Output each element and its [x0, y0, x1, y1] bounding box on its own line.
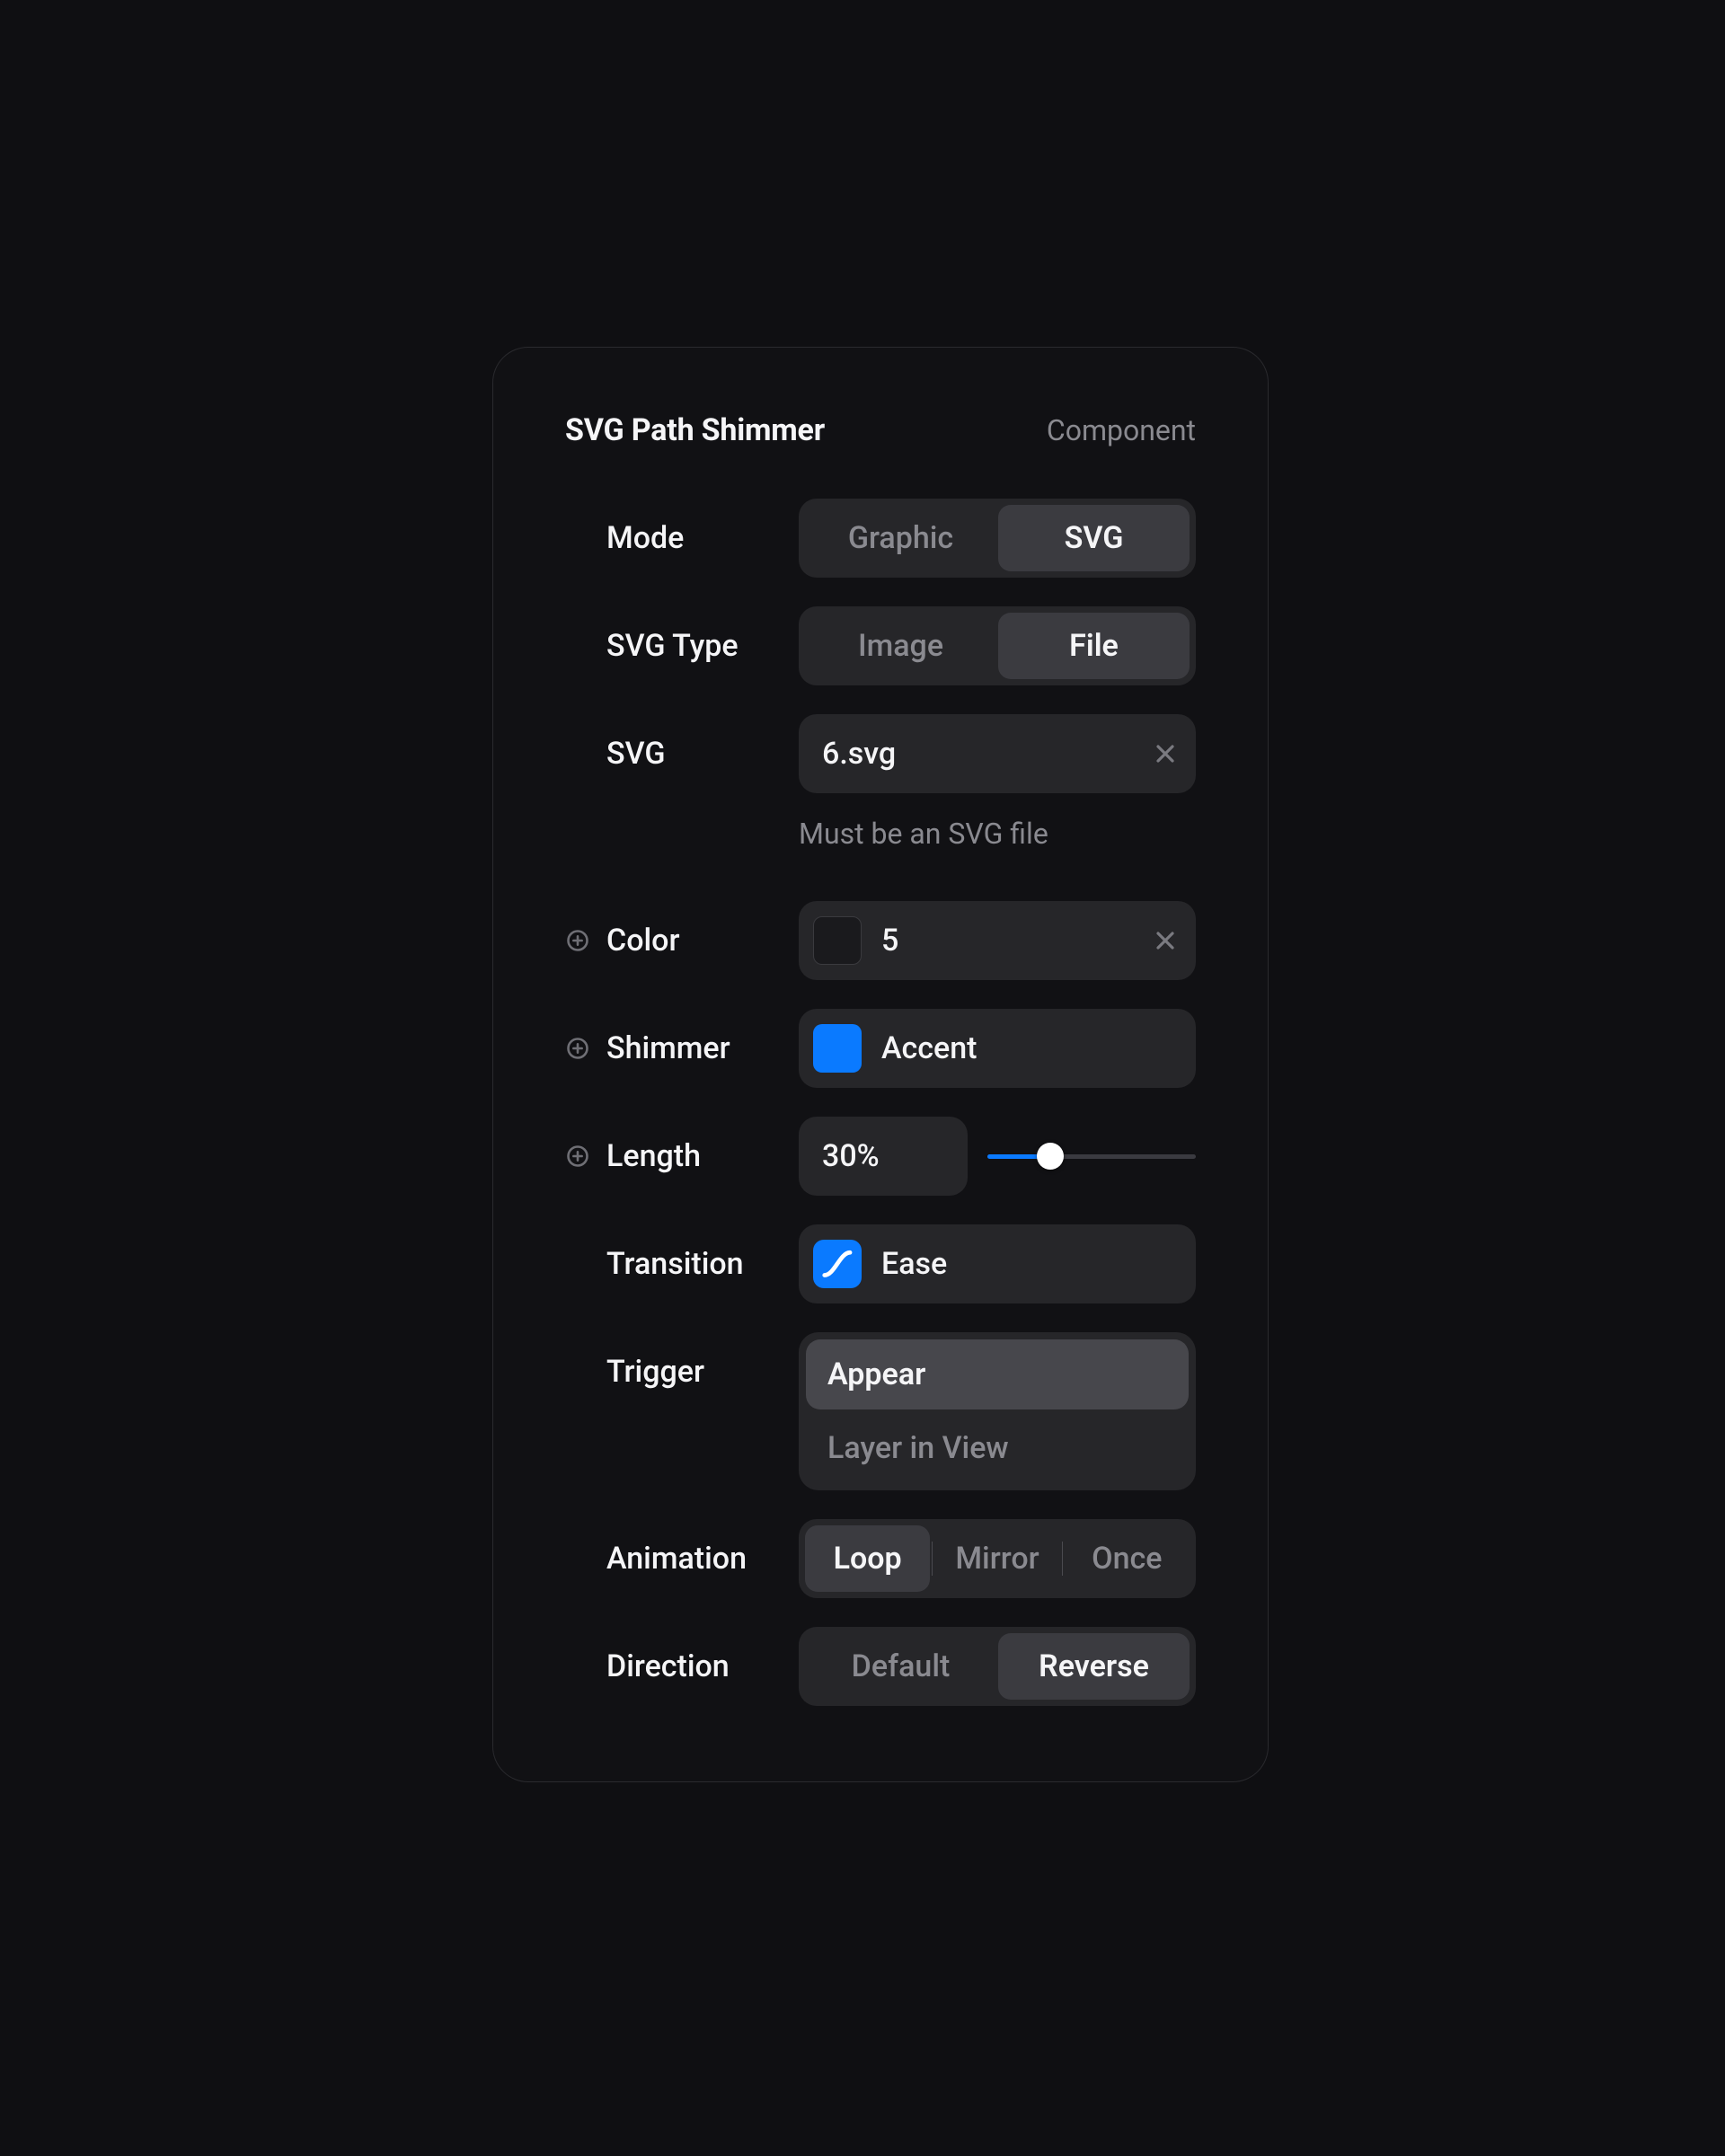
row-shimmer: Shimmer Accent	[565, 1009, 1196, 1088]
label-svg-type: SVG Type	[606, 628, 739, 664]
slider-thumb[interactable]	[1037, 1143, 1064, 1170]
trigger-option-appear[interactable]: Appear	[806, 1339, 1189, 1409]
segment-divider	[932, 1542, 933, 1576]
row-color: Color 5	[565, 901, 1196, 980]
label-shimmer: Shimmer	[606, 1030, 730, 1066]
row-mode: Mode Graphic SVG	[565, 499, 1196, 578]
row-animation: Animation Loop Mirror Once	[565, 1519, 1196, 1598]
transition-field[interactable]: Ease	[799, 1224, 1196, 1303]
animation-option-mirror[interactable]: Mirror	[934, 1525, 1059, 1592]
label-direction: Direction	[606, 1648, 730, 1684]
animation-option-once[interactable]: Once	[1065, 1525, 1190, 1592]
label-mode: Mode	[606, 520, 684, 556]
length-field[interactable]: 30%	[799, 1117, 968, 1196]
label-animation: Animation	[606, 1541, 747, 1577]
panel-title: SVG Path Shimmer	[565, 412, 825, 448]
svg-type-option-image[interactable]: Image	[805, 613, 996, 679]
svg-file-value: 6.svg	[822, 736, 1131, 772]
label-color: Color	[606, 923, 679, 959]
plus-circle-icon[interactable]	[565, 928, 590, 953]
ease-curve-icon	[813, 1240, 862, 1288]
direction-option-default[interactable]: Default	[805, 1633, 996, 1700]
shimmer-swatch[interactable]	[813, 1024, 862, 1073]
trigger-option-layer-in-view[interactable]: Layer in View	[806, 1413, 1189, 1483]
mode-option-svg[interactable]: SVG	[998, 505, 1190, 571]
row-trigger: Trigger Appear Layer in View	[565, 1332, 1196, 1490]
close-icon[interactable]	[1151, 739, 1180, 768]
trigger-list: Appear Layer in View	[799, 1332, 1196, 1490]
label-length: Length	[606, 1138, 701, 1174]
panel-header: SVG Path Shimmer Component	[565, 412, 1196, 448]
properties-panel: SVG Path Shimmer Component Mode Graphic …	[492, 347, 1269, 1782]
color-swatch[interactable]	[813, 916, 862, 965]
color-value: 5	[881, 923, 1131, 959]
direction-segmented: Default Reverse	[799, 1627, 1196, 1706]
plus-circle-icon[interactable]	[565, 1144, 590, 1169]
length-slider[interactable]	[987, 1143, 1196, 1170]
slider-track	[987, 1154, 1196, 1159]
animation-segmented: Loop Mirror Once	[799, 1519, 1196, 1598]
row-svg-type: SVG Type Image File	[565, 606, 1196, 685]
segment-divider	[1062, 1542, 1063, 1576]
label-trigger: Trigger	[606, 1354, 704, 1390]
svg-helper-text: Must be an SVG file	[799, 817, 1048, 851]
animation-option-loop[interactable]: Loop	[805, 1525, 930, 1592]
plus-circle-icon[interactable]	[565, 1036, 590, 1061]
row-svg-helper: Must be an SVG file	[565, 817, 1196, 851]
mode-option-graphic[interactable]: Graphic	[805, 505, 996, 571]
svg-type-option-file[interactable]: File	[998, 613, 1190, 679]
length-value: 30%	[822, 1138, 880, 1174]
svg-file-field[interactable]: 6.svg	[799, 714, 1196, 793]
label-svg: SVG	[606, 736, 665, 772]
color-field[interactable]: 5	[799, 901, 1196, 980]
close-icon[interactable]	[1151, 926, 1180, 955]
row-transition: Transition Ease	[565, 1224, 1196, 1303]
panel-type-label: Component	[1047, 413, 1196, 447]
row-length: Length 30%	[565, 1117, 1196, 1196]
row-direction: Direction Default Reverse	[565, 1627, 1196, 1706]
transition-value: Ease	[881, 1246, 1180, 1282]
row-svg-file: SVG 6.svg	[565, 714, 1196, 793]
direction-option-reverse[interactable]: Reverse	[998, 1633, 1190, 1700]
mode-segmented: Graphic SVG	[799, 499, 1196, 578]
shimmer-field[interactable]: Accent	[799, 1009, 1196, 1088]
label-transition: Transition	[606, 1246, 744, 1282]
svg-type-segmented: Image File	[799, 606, 1196, 685]
shimmer-value: Accent	[881, 1030, 1180, 1066]
